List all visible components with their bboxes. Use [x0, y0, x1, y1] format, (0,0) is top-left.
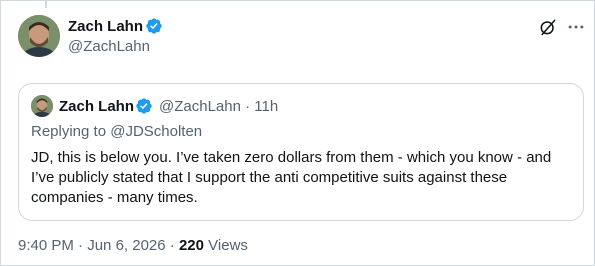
- timestamp-separator: ·: [73, 237, 88, 254]
- grok-icon[interactable]: [538, 17, 558, 37]
- views-label: Views: [204, 237, 248, 254]
- replying-to: Replying to @JDScholten: [31, 123, 202, 141]
- quoted-separator: ·: [240, 98, 255, 115]
- views-separator: ·: [165, 237, 179, 254]
- tweet-time[interactable]: 9:40 PM: [18, 237, 74, 254]
- quoted-handle: @ZachLahn: [159, 98, 241, 115]
- quoted-author-name: Zach Lahn: [59, 98, 135, 115]
- quoted-verified-badge-icon: [136, 98, 152, 114]
- views-count: 220: [178, 237, 204, 254]
- quoted-meta: @ZachLahn · 11h: [159, 98, 278, 116]
- avatar[interactable]: [18, 15, 60, 57]
- quoted-tweet-text: JD, this is below you. I’ve taken zero d…: [31, 149, 552, 206]
- more-options-icon[interactable]: [566, 17, 586, 37]
- replying-prefix: Replying to: [31, 123, 111, 140]
- quoted-age: 11h: [254, 98, 279, 115]
- tweet-timestamp: 9:40 PM · Jun 6, 2026 · 220 Views: [18, 236, 248, 256]
- thread-connector-line: [45, 0, 47, 8]
- tweet-date[interactable]: Jun 6, 2026: [87, 237, 165, 254]
- quoted-avatar: [31, 95, 53, 117]
- verified-badge-icon: [146, 18, 162, 34]
- replying-handle-link[interactable]: @JDScholten: [110, 123, 202, 140]
- author-handle[interactable]: @ZachLahn: [68, 38, 150, 56]
- author-name[interactable]: Zach Lahn: [68, 18, 143, 36]
